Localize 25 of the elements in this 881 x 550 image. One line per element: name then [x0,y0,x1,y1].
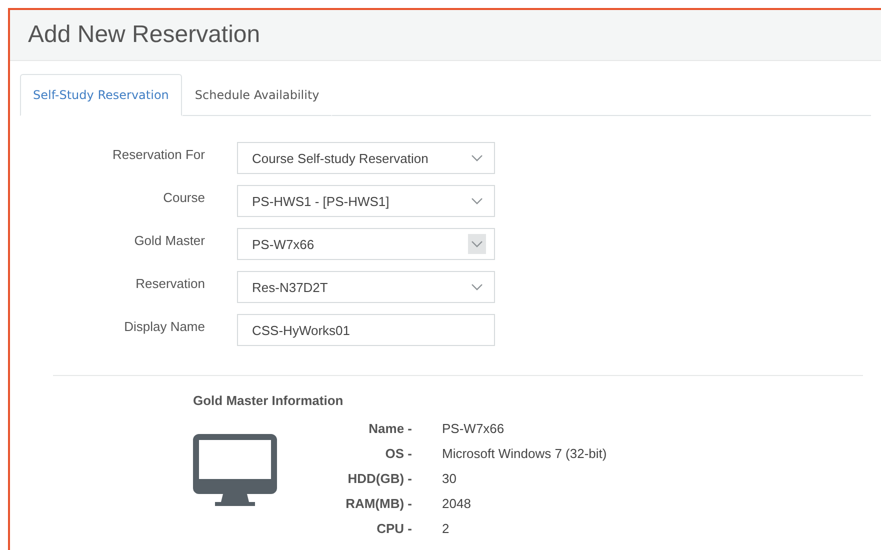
field-label: Reservation [134,275,205,291]
info-value: Microsoft Windows 7 (32-bit) [442,445,607,463]
field-label: Gold Master [133,232,205,248]
info-label: RAM(MB) - [344,495,412,513]
dropdown[interactable]: PS-W7x66 [237,228,495,260]
field-label: Course [162,189,205,205]
dialog-title: Add New Reservation [28,21,260,49]
info-label: HDD(GB) - [346,470,412,488]
field-label: Reservation For [112,146,205,162]
info-value: 2 [442,520,450,538]
info-label: CPU - [376,520,412,538]
info-value: 2048 [442,495,472,513]
info-label: Name - [368,420,412,438]
dropdown[interactable]: PS-HWS1 - [PS-HWS1] [237,185,495,217]
monitor-icon [193,434,277,506]
tab[interactable]: Schedule Availability [182,74,332,116]
info-label: OS - [384,445,412,463]
tab[interactable]: Self-Study Reservation [20,74,182,116]
input-field[interactable]: CSS-HyWorks01 [237,314,495,346]
info-value: PS-W7x66 [442,420,506,438]
info-value: 30 [442,470,458,488]
dropdown[interactable]: Res-N37D2T [237,271,495,303]
field-label: Display Name [123,318,205,334]
section-heading: Gold Master Information [193,393,344,408]
dropdown[interactable]: Course Self-study Reservation [237,142,495,174]
